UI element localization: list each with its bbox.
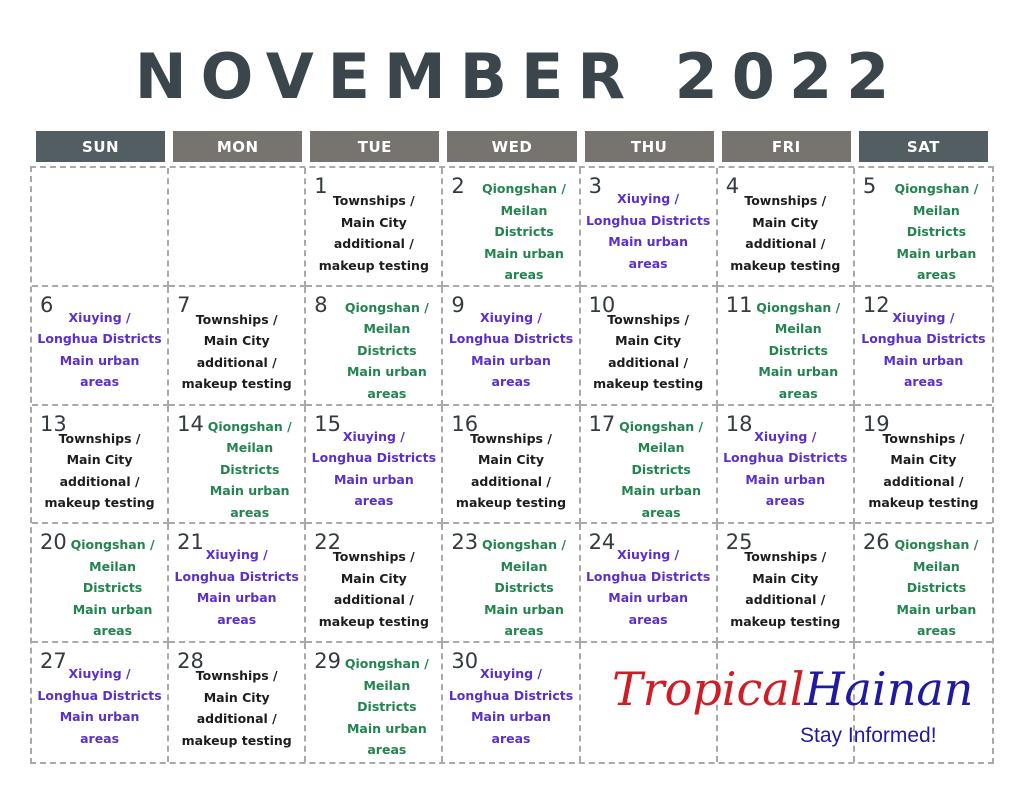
day-cell: 25 Townships / Main City additional / mak…: [717, 524, 855, 644]
day-cell: 12 Xiuying / Longhua Districts Main urban…: [854, 287, 992, 406]
testing-schedule-note: Xiuying / Longhua Districts Main urban a…: [585, 547, 711, 627]
logo-word-hainan: Hainan: [804, 662, 974, 716]
day-cell: 18 Xiuying / Longhua Districts Main urban…: [717, 405, 855, 525]
day-cell: 3 Xiuying / Longhua Districts Main urban …: [580, 168, 718, 287]
testing-schedule-note: Qiongshan / Meilan Districts Main urban …: [482, 181, 566, 282]
testing-schedule-note: Qiongshan / Meilan Districts Main urban …: [344, 656, 429, 758]
day-cell: 17 Qiongshan / Meilan Districts Main urba…: [580, 405, 718, 525]
weekday-mon: MON: [173, 131, 303, 162]
testing-schedule-note: Xiuying / Longhua Districts Main urban a…: [723, 428, 848, 509]
day-cell: 2 Qiongshan / Meilan Districts Main urban…: [443, 168, 581, 287]
day-cell: 10 Townships / Main City additional / mak…: [580, 286, 718, 406]
day-cell: 6 Xiuying / Longhua Districts Main urban …: [32, 286, 170, 406]
testing-schedule-note: Xiuying / Longhua Districts Main urban a…: [37, 666, 162, 746]
testing-schedule-note: Townships / Main City additional / makeu…: [318, 193, 429, 273]
day-cell: 29 Qiongshan / Meilan Districts Main urba…: [306, 643, 444, 762]
day-cell: 20 Qiongshan / Meilan Districts Main urba…: [32, 524, 170, 644]
testing-schedule-note: Townships / Main City additional / makeu…: [455, 430, 567, 511]
testing-schedule-note: Xiuying / Longhua Districts Main urban a…: [174, 547, 299, 627]
weekday-fri: FRI: [721, 131, 851, 162]
testing-schedule-note: Qiongshan / Meilan Districts Main urban …: [756, 299, 841, 401]
day-cell: 4 Townships / Main City additional / make…: [717, 168, 855, 287]
testing-schedule-note: Townships / Main City additional / makeu…: [868, 430, 979, 511]
day-cell: 28 Townships / Main City additional / mak…: [169, 643, 307, 762]
calendar-title: NOVEMBER 2022: [134, 40, 904, 113]
weekday-wed: WED: [447, 131, 577, 162]
day-cell: 15 Xiuying / Longhua Districts Main urban…: [306, 405, 444, 525]
testing-schedule-note: Qiongshan / Meilan Districts Main urban …: [894, 537, 979, 639]
day-cell: 14 Qiongshan / Meilan Districts Main urba…: [169, 405, 307, 525]
testing-schedule-note: Qiongshan / Meilan Districts Main urban …: [619, 418, 704, 520]
testing-schedule-note: Xiuying / Longhua Districts Main urban a…: [448, 666, 574, 746]
testing-schedule-note: Qiongshan / Meilan Districts Main urban …: [344, 299, 429, 401]
weekday-tue: TUE: [310, 131, 440, 162]
testing-schedule-note: Xiuying / Longhua Districts Main urban a…: [585, 191, 711, 271]
logo-word-tropical: Tropical: [612, 662, 805, 716]
empty-day-cell: [169, 168, 307, 287]
testing-schedule-note: Xiuying / Longhua Districts Main urban a…: [448, 309, 574, 390]
testing-schedule-note: Townships / Main City additional / makeu…: [181, 668, 292, 748]
testing-schedule-note: Townships / Main City additional / makeu…: [730, 549, 841, 629]
day-cell: 8 Qiongshan / Meilan Districts Main urban…: [306, 286, 444, 406]
empty-day-cell: [32, 168, 170, 287]
testing-schedule-note: Townships / Main City additional / makeu…: [318, 549, 429, 629]
day-cell: 19 Townships / Main City additional / mak…: [854, 406, 992, 525]
tropical-hainan-logo: TropicalHainan Stay Informed!: [612, 662, 973, 762]
day-cell: 24 Xiuying / Longhua Districts Main urban…: [580, 524, 718, 644]
logo-tagline: Stay Informed!: [800, 724, 937, 747]
testing-schedule-note: Xiuying / Longhua Districts Main urban a…: [37, 309, 162, 390]
testing-schedule-note: Xiuying / Longhua Districts Main urban a…: [311, 428, 437, 509]
testing-schedule-note: Townships / Main City additional / makeu…: [730, 193, 841, 273]
testing-schedule-note: Townships / Main City additional / makeu…: [593, 311, 704, 392]
weekday-sun: SUN: [36, 131, 166, 162]
testing-schedule-note: Townships / Main City additional / makeu…: [44, 430, 155, 511]
day-cell: 30 Xiuying / Longhua Districts Main urban…: [443, 643, 581, 762]
day-cell: 27 Xiuying / Longhua Districts Main urban…: [32, 643, 170, 762]
testing-schedule-note: Qiongshan / Meilan Districts Main urban …: [70, 537, 155, 639]
day-cell: 7 Townships / Main City additional / make…: [169, 286, 307, 406]
day-cell: 5 Qiongshan / Meilan Districts Main urban…: [854, 168, 992, 287]
day-cell: 16 Townships / Main City additional / mak…: [443, 405, 581, 525]
weekday-thu: THU: [584, 131, 714, 162]
day-cell: 9 Xiuying / Longhua Districts Main urban …: [443, 286, 581, 406]
day-cell: 22 Townships / Main City additional / mak…: [306, 524, 444, 644]
day-cell: 21 Xiuying / Longhua Districts Main urban…: [169, 524, 307, 644]
day-cell: 26 Qiongshan / Meilan Districts Main urba…: [854, 524, 992, 644]
day-cell: 13 Townships / Main City additional / mak…: [32, 405, 170, 525]
weekday-sat: SAT: [858, 131, 988, 162]
testing-schedule-note: Qiongshan / Meilan Districts Main urban …: [482, 537, 566, 639]
testing-schedule-note: Qiongshan / Meilan Districts Main urban …: [894, 181, 979, 282]
testing-schedule-note: Qiongshan / Meilan Districts Main urban …: [207, 418, 292, 520]
weekday-header-row: SUN MON TUE WED THU FRI SAT: [36, 131, 988, 162]
day-cell: 1 Townships / Main City additional / make…: [306, 168, 444, 287]
testing-schedule-note: Townships / Main City additional / makeu…: [181, 311, 292, 392]
logo-wordmark: TropicalHainan: [612, 662, 973, 716]
day-cell: 23 Qiongshan / Meilan Districts Main urba…: [443, 524, 581, 644]
testing-schedule-note: Xiuying / Longhua Districts Main urban a…: [861, 309, 986, 390]
day-cell: 11 Qiongshan / Meilan Districts Main urba…: [717, 286, 855, 406]
